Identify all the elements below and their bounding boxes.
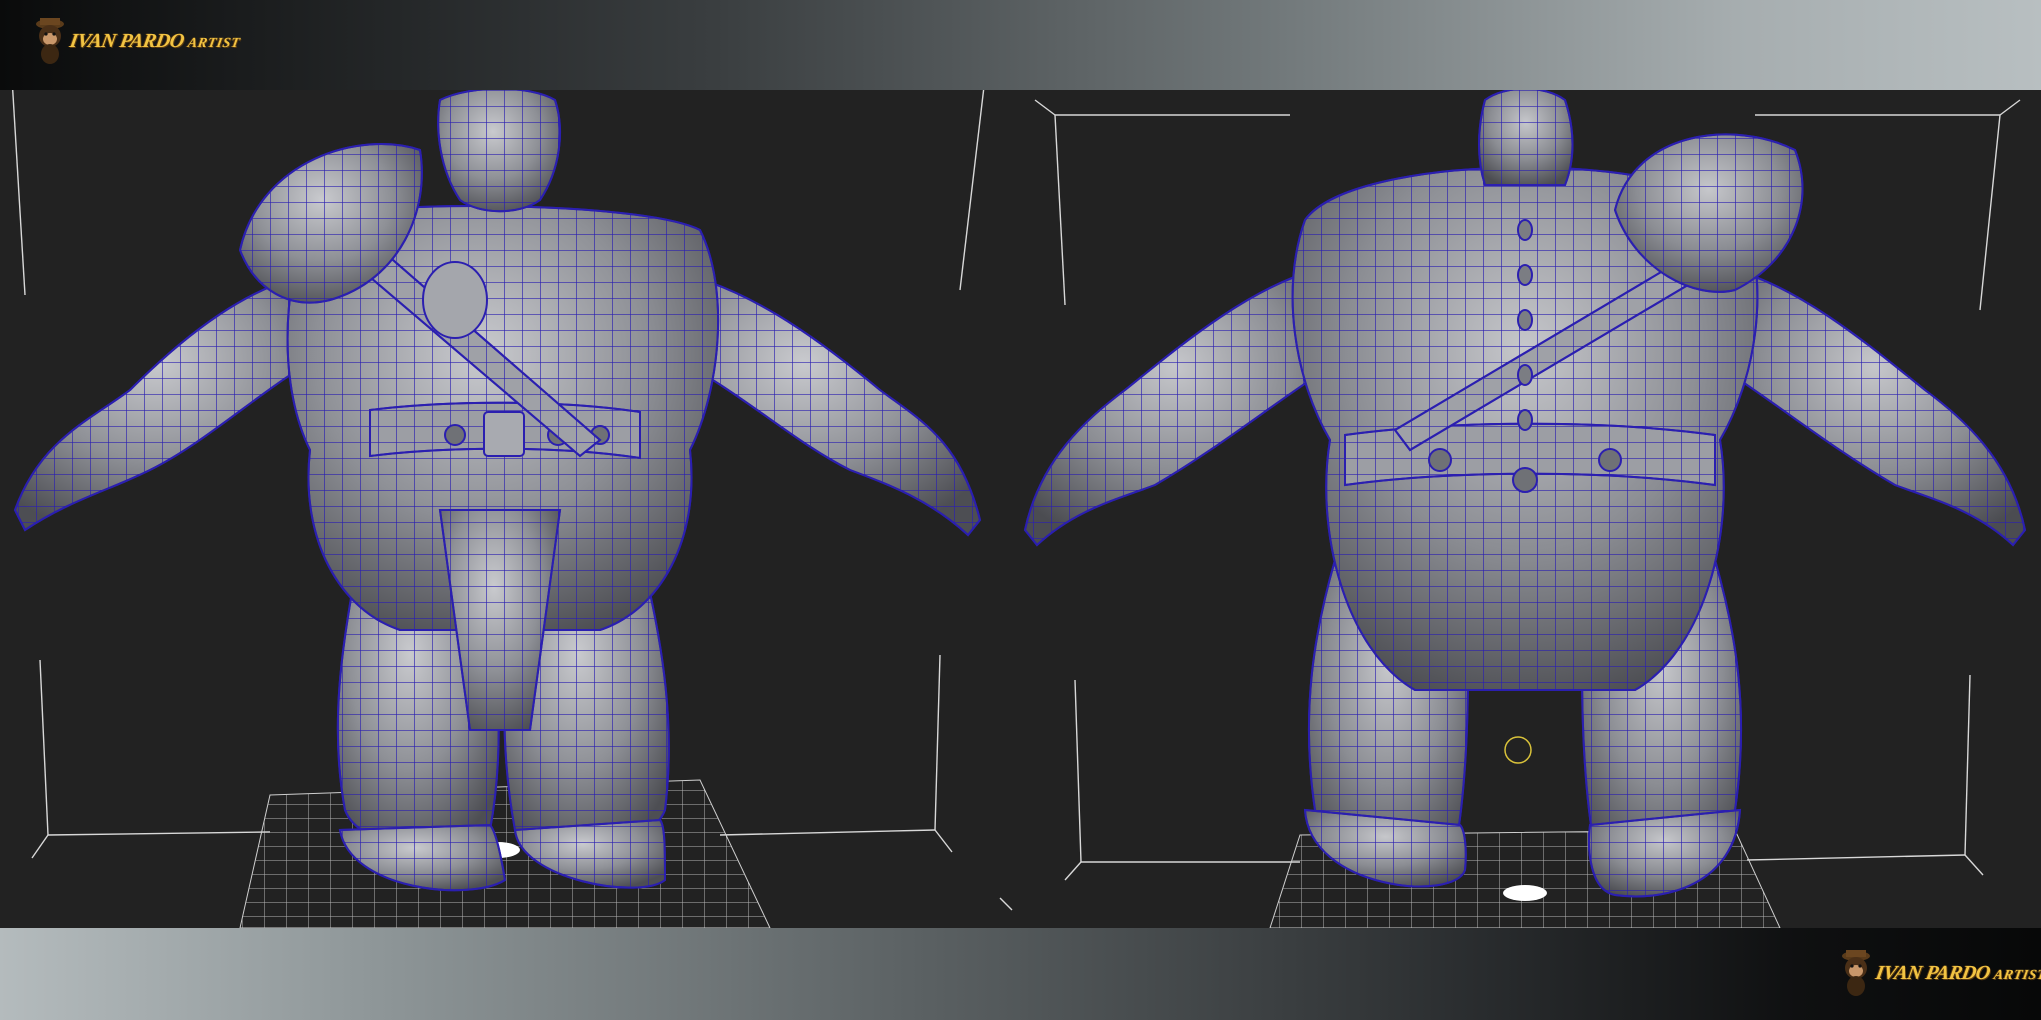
footer-banner [0, 928, 2041, 1020]
front-view-render [12, 90, 1013, 928]
header-banner [0, 0, 2041, 90]
back-view-panel [1015, 90, 2041, 928]
artist-logo-bottom: IVAN PARDO ARTIST [1836, 944, 2041, 1004]
artist-logo-top: IVAN PARDO ARTIST [30, 12, 241, 72]
floor-grid [239, 779, 771, 928]
character-mesh-back [1023, 90, 2027, 898]
monkey-head-icon [36, 18, 64, 64]
front-view-panel [0, 90, 1015, 928]
back-view-render [1023, 90, 2027, 928]
logo-text: IVAN PARDO ARTIST [1874, 962, 2041, 984]
monkey-head-icon [1842, 950, 1870, 996]
pivot-marker [1504, 736, 1532, 764]
character-mesh-front [13, 90, 982, 892]
render-viewport [0, 90, 2041, 928]
logo-text: IVAN PARDO ARTIST [68, 30, 242, 52]
